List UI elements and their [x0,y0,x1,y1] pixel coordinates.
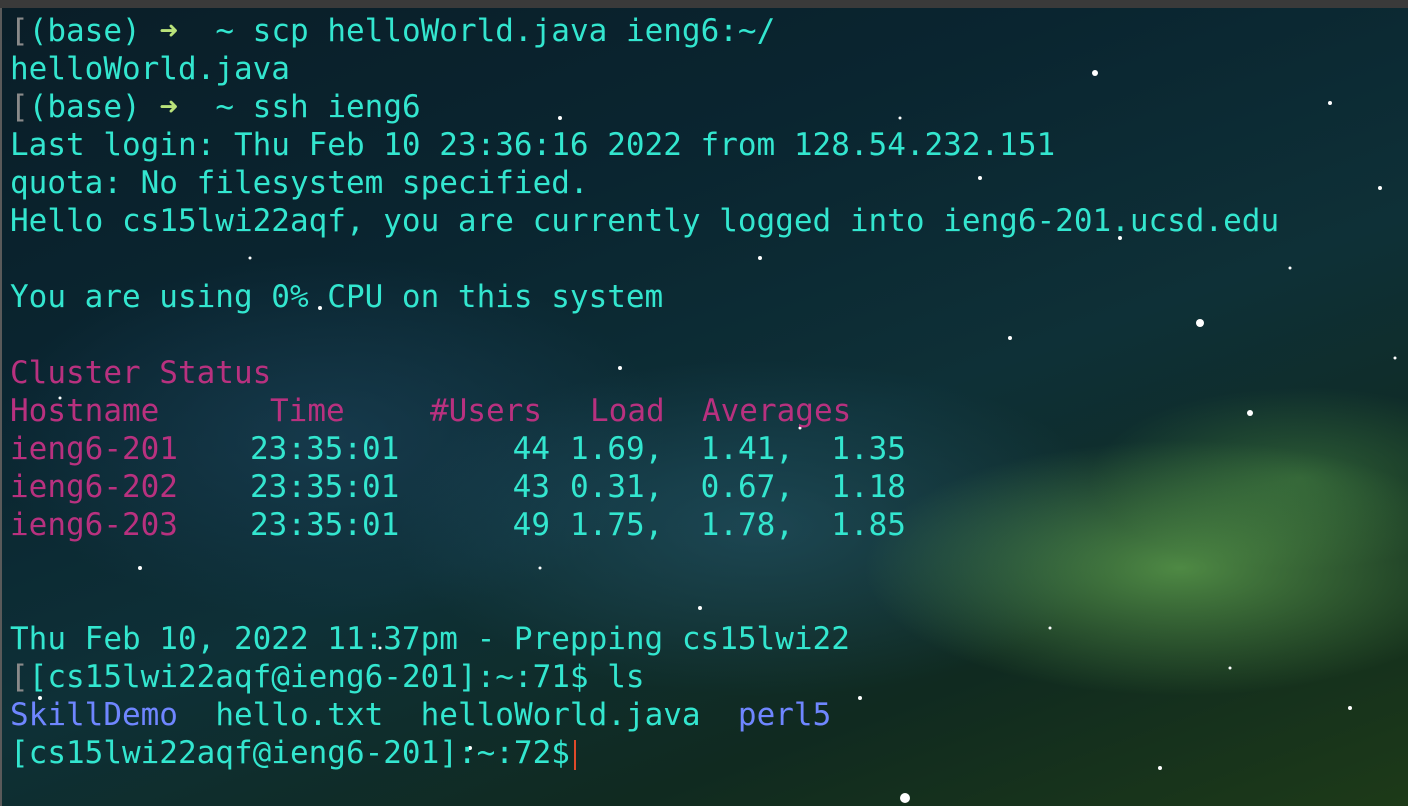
row-time: 23:35:01 [250,431,400,467]
window-left-border [0,8,2,806]
row-users: 49 [512,507,550,543]
row-load: 1.69, 1.41, 1.35 [570,431,906,467]
header-load: Load Averages [590,393,852,429]
text-cursor [573,739,576,770]
output-line: helloWorld.java [10,51,290,87]
prep-line: Thu Feb 10, 2022 11:37pm - Prepping cs15… [10,621,850,657]
row-users: 44 [512,431,550,467]
command-text: ssh ieng6 [252,89,421,125]
line-bracket: [ [10,89,29,125]
cluster-table-row: ieng6-201 23:35:01 44 1.69, 1.41, 1.35 [10,430,1408,468]
row-host: ieng6-203 [10,507,178,543]
shell-prompt: [cs15lwi22aqf@ieng6-201]:~:72$ [10,735,570,771]
header-users: #Users [430,393,542,429]
cluster-table-row: ieng6-202 23:35:01 43 0.31, 0.67, 1.18 [10,468,1408,506]
hello-line: Hello cs15lwi22aqf, you are currently lo… [10,203,1280,239]
line-bracket: [ [10,659,29,695]
file-item: hello.txt [215,697,384,733]
header-time: Time [270,393,345,429]
conda-env: (base) [28,89,141,125]
command-text: scp helloWorld.java ieng6:~/ [252,13,776,49]
directory-item: SkillDemo [10,697,178,733]
shell-prompt: [cs15lwi22aqf@ieng6-201]:~:71$ [28,659,589,695]
row-time: 23:35:01 [250,469,400,505]
window-top-border [0,0,1408,8]
file-item: helloWorld.java [420,697,701,733]
arrow-icon: ➜ [159,89,178,125]
command-text: ls [607,659,645,695]
tilde-dir: ~ [215,89,234,125]
line-bracket: [ [10,13,29,49]
row-load: 1.75, 1.78, 1.85 [570,507,906,543]
header-hostname: Hostname [10,393,160,429]
prompt-line-ls: [[cs15lwi22aqf@ieng6-201]:~:71$ ls [10,658,1408,696]
cluster-status-title: Cluster Status [10,355,272,391]
tilde-dir: ~ [215,13,234,49]
cluster-table-row: ieng6-203 23:35:01 49 1.75, 1.78, 1.85 [10,506,1408,544]
command-line-ssh: [(base) ➜ ~ ssh ieng6 [10,88,1408,126]
row-users: 43 [512,469,550,505]
quota-line: quota: No filesystem specified. [10,165,589,201]
row-load: 0.31, 0.67, 1.18 [570,469,906,505]
arrow-icon: ➜ [159,13,178,49]
row-time: 23:35:01 [250,507,400,543]
cluster-table-header: Hostname Time #Users Load Averages [10,392,1408,430]
terminal-output[interactable]: [(base) ➜ ~ scp helloWorld.java ieng6:~/… [10,12,1408,772]
command-line-scp: [(base) ➜ ~ scp helloWorld.java ieng6:~/ [10,12,1408,50]
conda-env: (base) [28,13,141,49]
last-login-line: Last login: Thu Feb 10 23:36:16 2022 fro… [10,127,1056,163]
cpu-line: You are using 0% CPU on this system [10,279,664,315]
ls-output-line: SkillDemo hello.txt helloWorld.java perl… [10,696,1408,734]
row-host: ieng6-202 [10,469,178,505]
active-prompt-line[interactable]: [cs15lwi22aqf@ieng6-201]:~:72$ [10,734,1408,772]
directory-item: perl5 [737,697,832,733]
row-host: ieng6-201 [10,431,178,467]
